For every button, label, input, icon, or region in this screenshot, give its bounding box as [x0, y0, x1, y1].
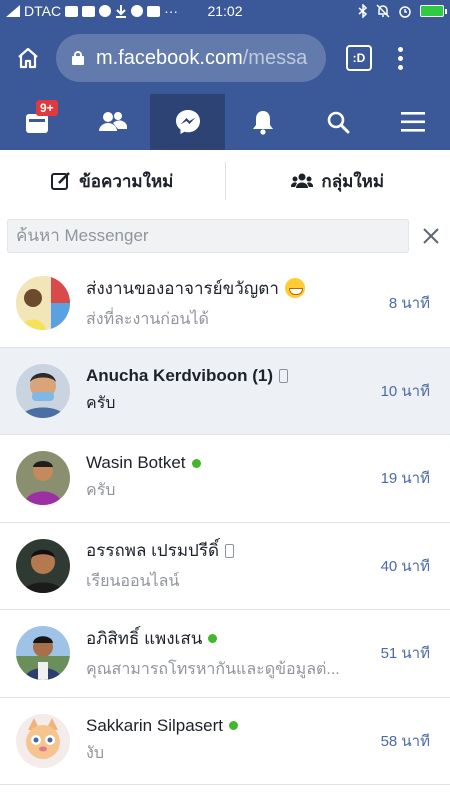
mute-icon [376, 4, 390, 18]
messenger-icon [175, 110, 200, 134]
avatar [16, 363, 70, 418]
messenger-search-input[interactable] [16, 226, 408, 246]
conversation-name-line: Wasin Botket [86, 453, 360, 473]
status-bar-right [358, 4, 447, 18]
nav-notifications[interactable] [225, 94, 300, 150]
nav-search[interactable] [300, 94, 375, 150]
conversation-text: Sakkarin Silpasert งับ [86, 698, 360, 785]
conversation-time: 58 นาที [380, 732, 430, 750]
facebook-nav-bar: 9+ [0, 94, 450, 150]
avatar [16, 713, 70, 768]
battery-icon [420, 5, 447, 17]
grinning-emoji-icon [284, 278, 305, 299]
bell-icon [252, 111, 273, 135]
avatar [16, 451, 70, 506]
new-group-button[interactable]: กลุ่มใหม่ [226, 168, 450, 195]
nav-home[interactable]: 9+ [0, 94, 75, 150]
close-icon [423, 228, 439, 244]
chrome-icon [131, 5, 144, 17]
conversation-text: ส่งงานของอาจารย์ขวัญตา ส่งที่ละงานก่อนได… [86, 260, 360, 347]
youtube-icon [147, 5, 161, 17]
status-overflow: ··· [164, 3, 179, 19]
clear-search-button[interactable] [419, 224, 443, 248]
nav-messenger[interactable] [150, 94, 225, 150]
hamburger-menu-icon [400, 112, 425, 132]
conversation-name: อรรถพล เปรมปรีดิ์ [86, 541, 220, 561]
conversation-time: 19 นาที [380, 470, 430, 488]
notification-badge: 9+ [36, 100, 58, 116]
carrier-label: DTAC [24, 3, 62, 19]
conversation-snippet: ครับ [86, 482, 116, 500]
url-domain: m.facebook.com [96, 46, 243, 69]
browser-toolbar: m.facebook.com/messa :D [0, 22, 450, 94]
conversation-name-line: Anucha Kerdviboon (1) [86, 366, 360, 386]
conversation-snippet: ส่งที่ละงานก่อนได้ [86, 310, 209, 328]
url-path: /messa [242, 46, 308, 69]
new-message-button[interactable]: ข้อความใหม่ [0, 168, 225, 195]
conversation-row[interactable]: อภิสิทธิ์ แพงเสน คุณสามารถโทรหากันและดูข… [0, 610, 450, 698]
home-button[interactable] [0, 22, 56, 94]
conversation-row[interactable]: Wasin Botket ครับ 19 นาที [0, 435, 450, 523]
conversation-text: Anucha Kerdviboon (1) ครับ [86, 348, 360, 435]
online-indicator [229, 721, 239, 731]
conversation-name-line: Sakkarin Silpasert [86, 716, 360, 736]
conversation-row[interactable]: อรรถพล เปรมปรีดิ์ เรียนออนไลน์ 40 นาที [0, 522, 450, 610]
mail-icon [82, 5, 96, 17]
conversation-time: 8 นาที [388, 295, 430, 313]
conversation-name-line: ส่งงานของอาจารย์ขวัญตา [86, 275, 360, 302]
tab-switcher-button[interactable]: :D [346, 45, 372, 71]
search-box [7, 219, 409, 253]
conversation-text: อภิสิทธิ์ แพงเสน คุณสามารถโทรหากันและดูข… [86, 610, 360, 697]
conversation-name: อภิสิทธิ์ แพงเสน [86, 628, 203, 648]
group-icon [291, 173, 314, 188]
messenger-small-icon [99, 5, 112, 17]
avatar [16, 538, 70, 593]
friends-icon [98, 112, 127, 131]
conversation-snippet: ครับ [86, 394, 116, 412]
mobile-icon [225, 543, 235, 558]
browser-menu-button[interactable] [398, 46, 403, 70]
compose-icon [51, 172, 71, 190]
conversation-name-line: อภิสิทธิ์ แพงเสน [86, 625, 360, 652]
home-outline-icon [18, 47, 38, 69]
conversation-name: Wasin Botket [86, 453, 186, 473]
conversation-row[interactable]: Sakkarin Silpasert งับ 58 นาที [0, 697, 450, 785]
conversation-text: Wasin Botket ครับ [86, 435, 360, 522]
conversation-snippet: เรียนออนไลน์ [86, 573, 180, 591]
online-indicator [208, 633, 218, 643]
address-bar[interactable]: m.facebook.com/messa [56, 34, 326, 82]
group-avatar [16, 276, 70, 331]
new-message-label: ข้อความใหม่ [79, 171, 174, 191]
conversation-time: 51 นาที [380, 645, 430, 663]
conversation-name-line: อรรถพล เปรมปรีดิ์ [86, 537, 360, 564]
new-group-label: กลุ่มใหม่ [321, 171, 385, 191]
online-indicator [191, 458, 201, 468]
download-icon [116, 4, 127, 18]
avatar [16, 626, 70, 681]
search-row [0, 212, 450, 260]
gallery-icon [65, 5, 79, 17]
conversation-time: 10 นาที [380, 382, 430, 400]
conversation-name: ส่งงานของอาจารย์ขวัญตา [86, 278, 279, 298]
signal-icon [6, 5, 20, 17]
alarm-icon [399, 6, 411, 18]
nav-friends[interactable] [75, 94, 150, 150]
conversation-name: Sakkarin Silpasert [86, 715, 224, 735]
search-icon [327, 111, 349, 134]
conversation-time: 40 นาที [380, 557, 430, 575]
conversation-text: อรรถพล เปรมปรีดิ์ เรียนออนไลน์ [86, 523, 360, 610]
mobile-icon [279, 368, 289, 383]
conversation-snippet: คุณสามารถโทรหากันและดูข้อมูลต่... [86, 660, 340, 678]
bluetooth-icon [358, 4, 368, 18]
status-bar: DTAC ··· 21:02 [0, 0, 450, 22]
messenger-actions: ข้อความใหม่ กลุ่มใหม่ [0, 150, 450, 212]
nav-menu[interactable] [375, 94, 450, 150]
conversation-row[interactable]: Anucha Kerdviboon (1) ครับ 10 นาที [0, 347, 450, 435]
lock-icon [72, 51, 84, 65]
status-bar-left: DTAC ··· [6, 3, 178, 19]
conversation-row[interactable]: ส่งงานของอาจารย์ขวัญตา ส่งที่ละงานก่อนได… [0, 260, 450, 348]
conversation-snippet: งับ [86, 744, 104, 762]
conversation-list: ส่งงานของอาจารย์ขวัญตา ส่งที่ละงานก่อนได… [0, 260, 450, 785]
conversation-name: Anucha Kerdviboon (1) [86, 365, 274, 385]
